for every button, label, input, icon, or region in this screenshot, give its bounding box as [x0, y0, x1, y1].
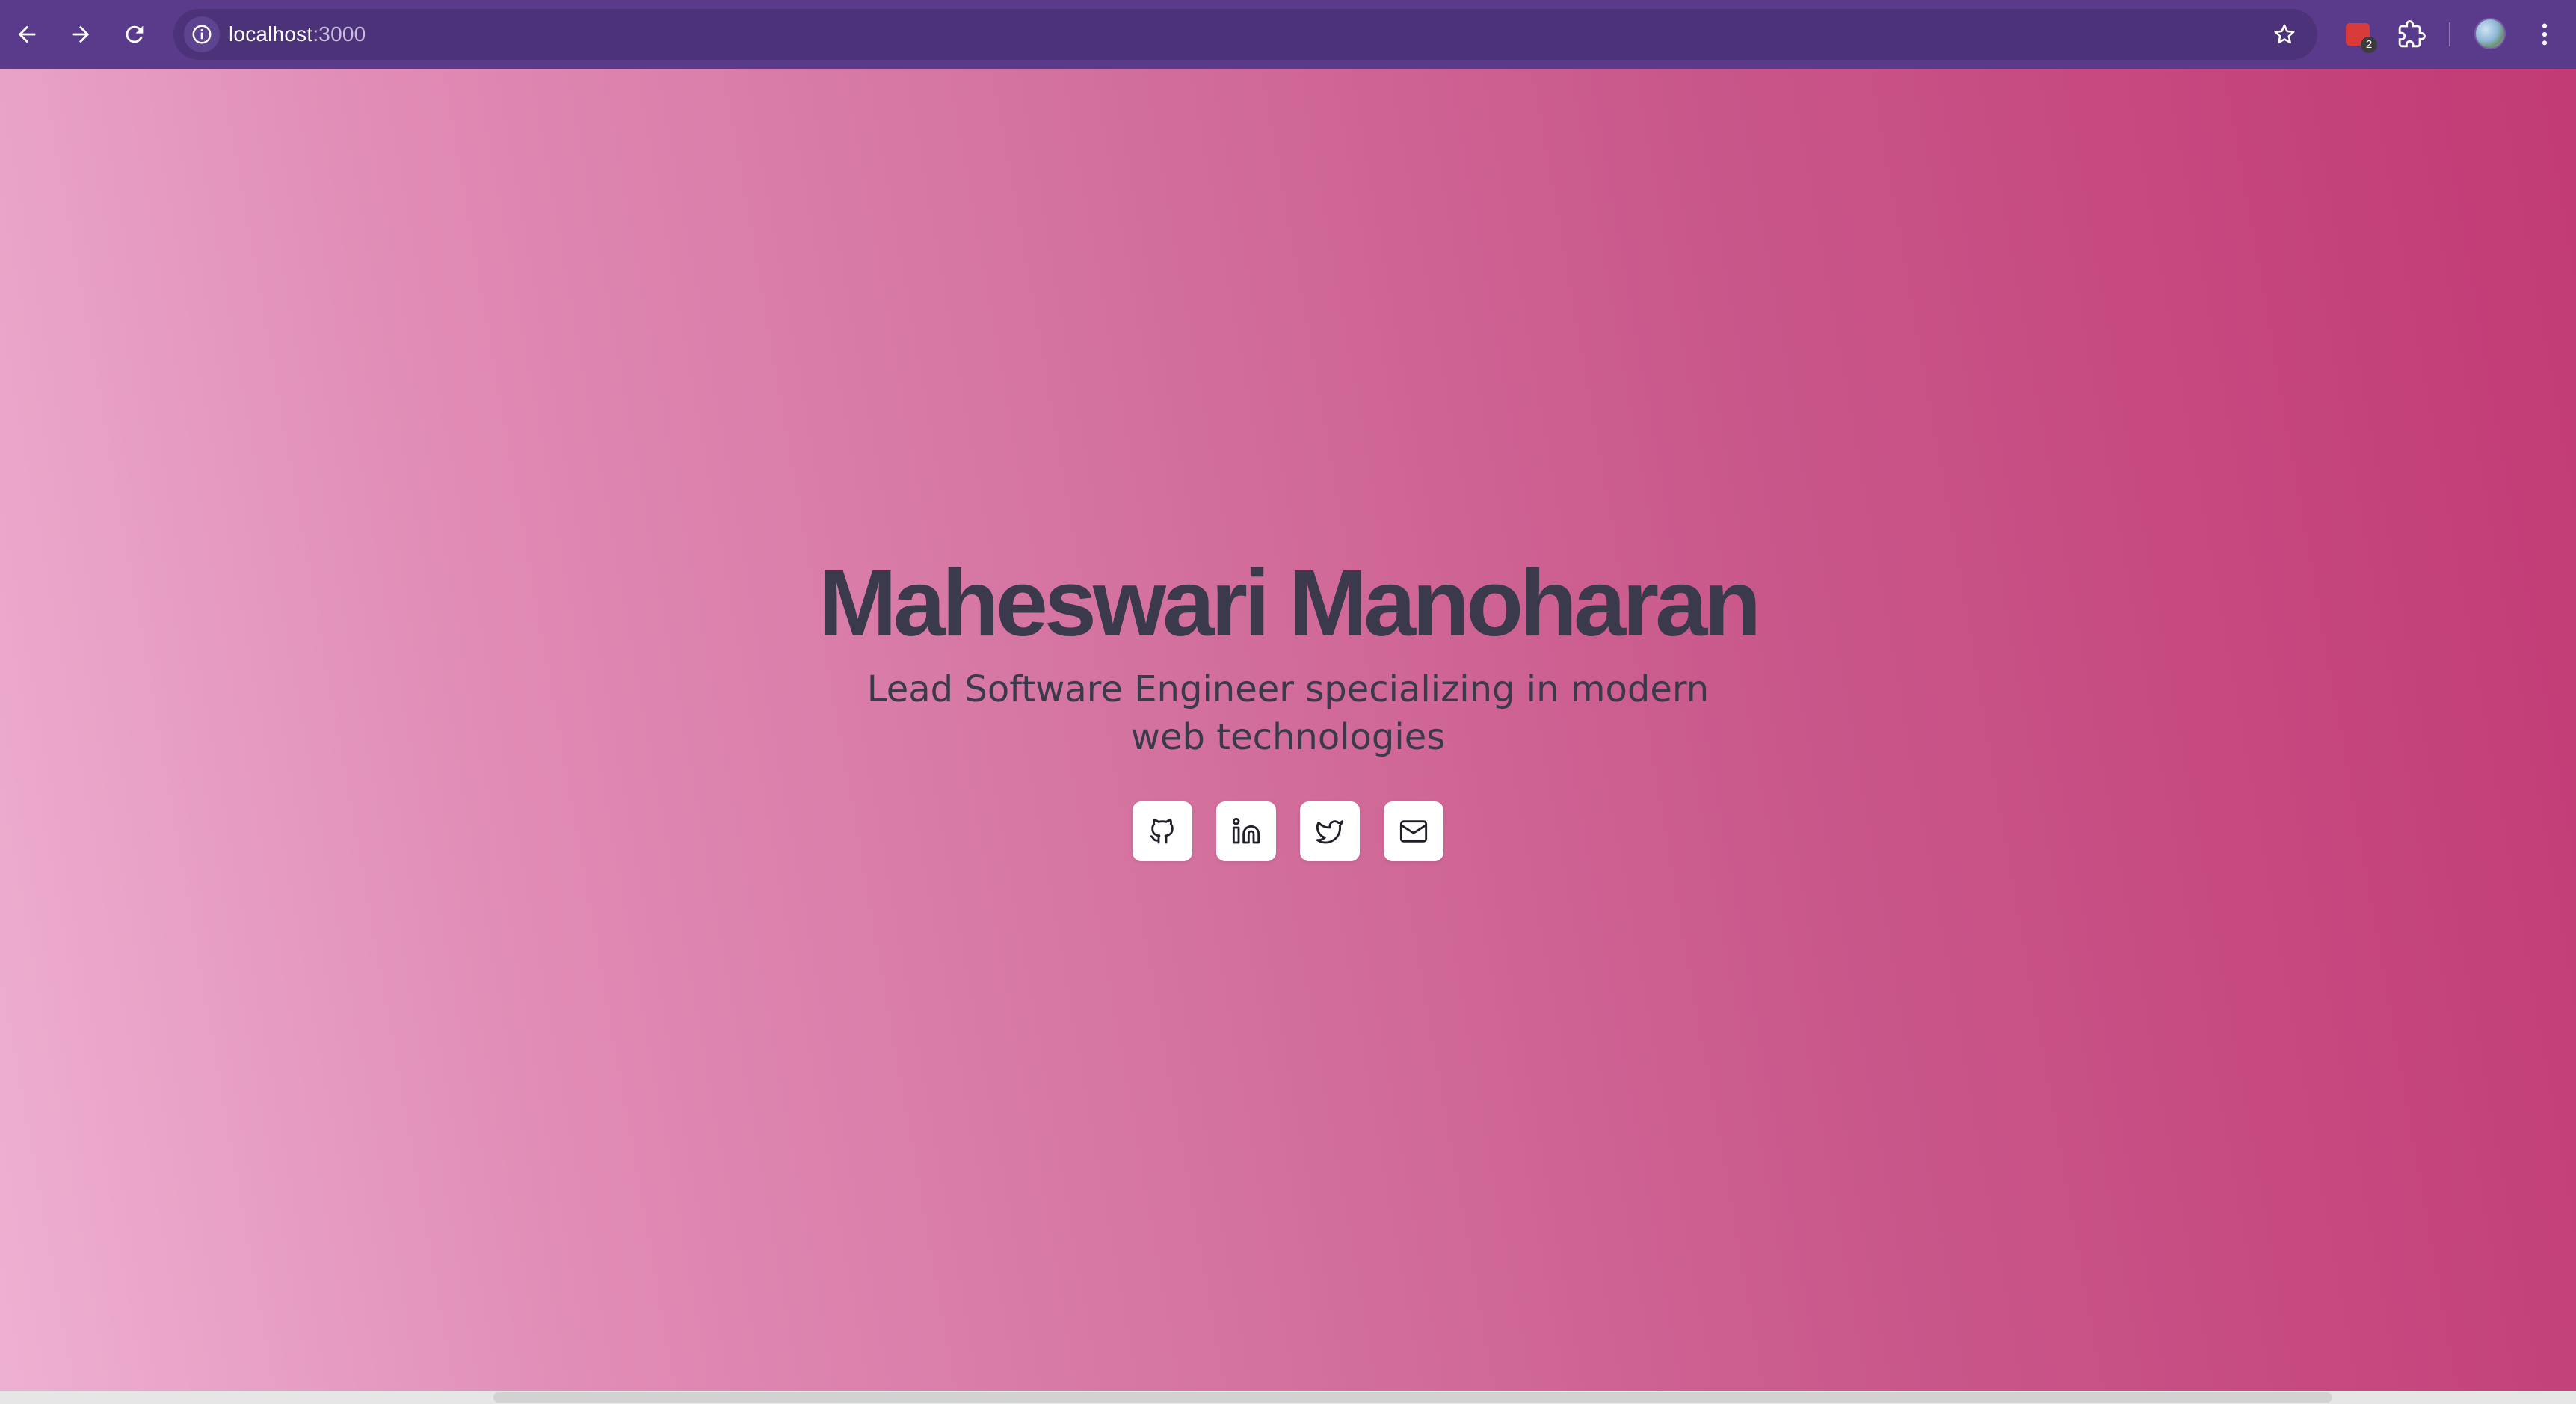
extension-button[interactable]: 2 — [2340, 16, 2377, 53]
browser-toolbar: localhost:3000 2 — [0, 0, 2576, 69]
hero-name: Maheswari Manoharan — [818, 550, 1761, 656]
puzzle-icon — [2398, 20, 2426, 48]
browser-menu-button[interactable] — [2530, 16, 2560, 52]
email-link[interactable] — [1384, 801, 1443, 861]
info-icon — [192, 25, 212, 44]
linkedin-icon — [1232, 817, 1260, 844]
extension-logo-icon: 2 — [2346, 23, 2377, 53]
extensions-menu-button[interactable] — [2394, 16, 2429, 52]
hero-tagline: Lead Software Engineer specializing in m… — [866, 668, 1710, 758]
site-info-button[interactable] — [184, 16, 220, 52]
reload-button[interactable] — [114, 13, 155, 55]
github-link[interactable] — [1133, 801, 1192, 861]
address-bar[interactable]: localhost:3000 — [173, 9, 2317, 60]
bookmark-button[interactable] — [2268, 18, 2301, 51]
reload-icon — [126, 25, 144, 43]
mail-icon — [1399, 820, 1428, 843]
scrollbar-thumb[interactable] — [493, 1392, 2332, 1403]
star-icon — [2274, 24, 2295, 44]
toolbar-divider — [2449, 22, 2450, 46]
social-links — [1133, 801, 1443, 861]
page-viewport: Maheswari Manoharan Lead Software Engine… — [0, 69, 2576, 1391]
twitter-icon — [1316, 820, 1344, 844]
back-button[interactable] — [6, 13, 48, 55]
hero-section: Maheswari Manoharan Lead Software Engine… — [0, 547, 2576, 861]
forward-button[interactable] — [60, 13, 102, 55]
linkedin-link[interactable] — [1216, 801, 1276, 861]
extension-badge: 2 — [2361, 37, 2377, 53]
twitter-link[interactable] — [1300, 801, 1360, 861]
profile-avatar[interactable] — [2474, 18, 2506, 49]
url-port: :3000 — [312, 22, 366, 46]
url-host: localhost — [229, 22, 313, 46]
kebab-menu-icon — [2542, 23, 2548, 46]
github-icon — [1150, 819, 1174, 844]
arrow-right-icon — [72, 25, 90, 43]
arrow-left-icon — [18, 25, 36, 43]
url-text[interactable]: localhost:3000 — [229, 9, 366, 60]
